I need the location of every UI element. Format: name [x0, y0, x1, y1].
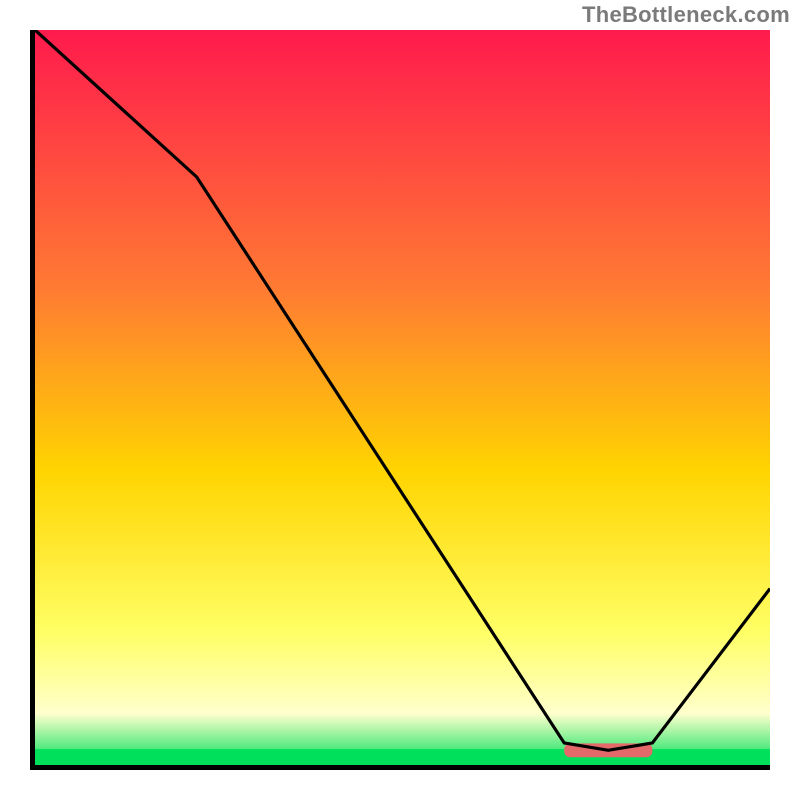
green-baseline-band: [35, 749, 770, 765]
attribution-label: TheBottleneck.com: [582, 2, 790, 28]
chart-svg: [35, 30, 770, 765]
chart-container: TheBottleneck.com: [0, 0, 800, 800]
gradient-background: [35, 30, 770, 765]
plot-area: [30, 30, 770, 770]
